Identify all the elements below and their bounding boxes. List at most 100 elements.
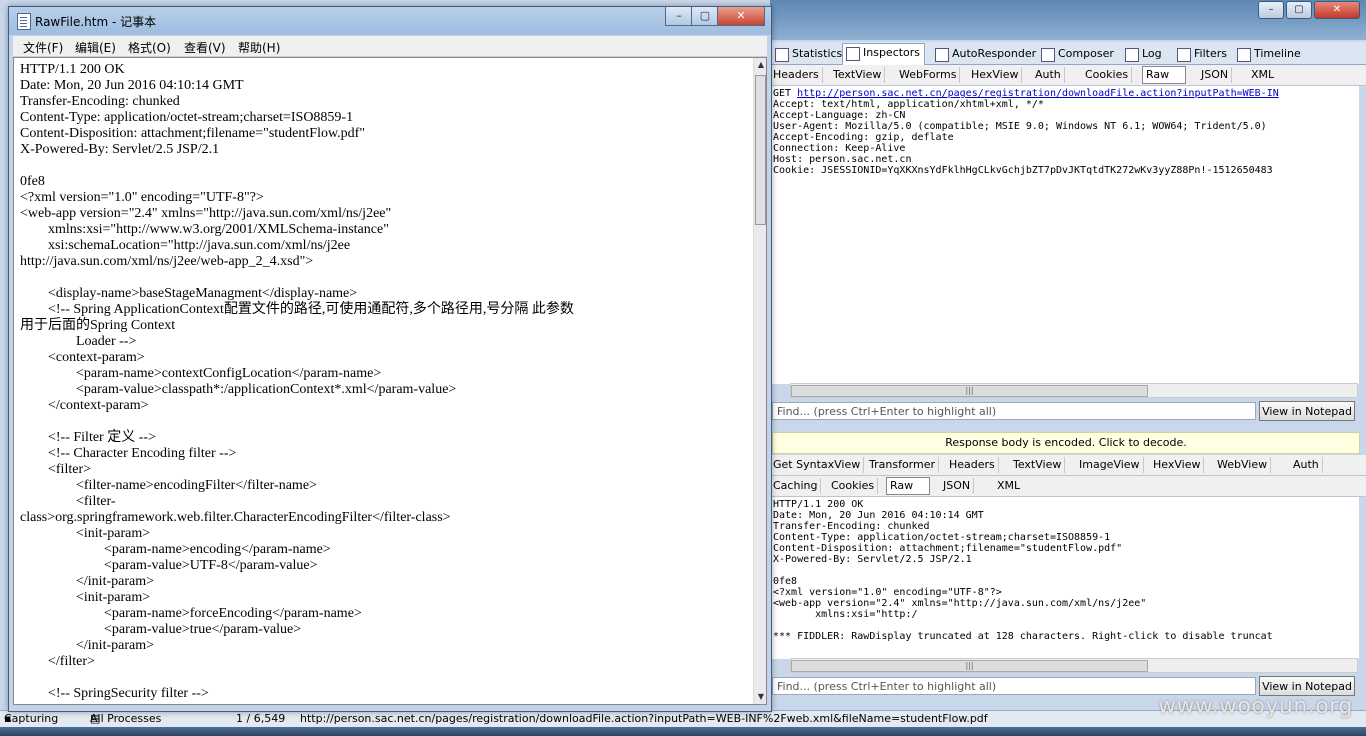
tab-composer[interactable]: Composer (1038, 45, 1118, 63)
request-tab-hexview[interactable]: HexView (968, 67, 1023, 83)
scroll-up-arrow-icon[interactable]: ▲ (754, 58, 766, 72)
tab-log[interactable]: Log (1122, 45, 1166, 63)
tab-inspectors[interactable]: Inspectors (842, 43, 926, 65)
tab-statistics[interactable]: Statistics (772, 45, 846, 63)
scrollbar-thumb[interactable]: ||| (791, 660, 1148, 672)
request-header-line: Host: person.sac.net.cn (773, 154, 912, 165)
response-tab-auth[interactable]: Auth (1290, 457, 1323, 473)
tab-timeline[interactable]: Timeline (1234, 45, 1305, 63)
notepad-text-line: <!-- SpringSecurity filter --> (20, 686, 209, 701)
status-url: http://person.sac.net.cn/pages/registrat… (300, 712, 988, 725)
notepad-titlebar[interactable]: RawFile.htm - 记事本 – ▢ ✕ (9, 7, 771, 35)
request-tab-webforms[interactable]: WebForms (896, 67, 961, 83)
notepad-text-line (20, 270, 750, 286)
request-tab-auth[interactable]: Auth (1032, 67, 1065, 83)
response-tab-headers[interactable]: Headers (946, 457, 999, 473)
request-horizontal-scrollbar[interactable]: ||| (790, 383, 1358, 398)
notepad-text-line: 0fe8 (20, 174, 45, 189)
notepad-text-line: </filter> (20, 654, 95, 669)
response-tab-json[interactable]: JSON (940, 478, 975, 494)
request-tab-json[interactable]: JSON (1198, 67, 1233, 83)
notepad-maximize-button[interactable]: ▢ (691, 7, 719, 26)
response-tab-caching[interactable]: Caching (770, 478, 822, 494)
notepad-text-line: <init-param> (20, 590, 151, 605)
notepad-minimize-button[interactable]: – (665, 7, 693, 26)
notepad-text-line: <?xml version="1.0" encoding="UTF-8"?> (20, 190, 264, 205)
request-url-link[interactable]: http://person.sac.net.cn/pages/registrat… (797, 88, 1279, 99)
notepad-text-line: <param-value>classpath*:/applicationCont… (20, 382, 457, 397)
notepad-text-line: HTTP/1.1 200 OK (20, 62, 125, 77)
response-tab-webview[interactable]: WebView (1214, 457, 1272, 473)
notepad-text-line (20, 414, 750, 430)
maximize-button[interactable]: ▢ (1286, 1, 1312, 19)
notepad-text-line: xmlns:xsi="http://www.w3.org/2001/XMLSch… (20, 222, 389, 237)
menu-file[interactable]: 文件(F) (23, 39, 63, 56)
request-tab-headers[interactable]: Headers (770, 67, 823, 83)
response-view-in-notepad-button[interactable]: View in Notepad (1259, 676, 1355, 696)
notepad-text-line: Date: Mon, 20 Jun 2016 04:10:14 GMT (20, 78, 244, 93)
request-raw-view[interactable]: GET http://person.sac.net.cn/pages/regis… (770, 86, 1359, 384)
scrollbar-thumb[interactable]: ||| (791, 385, 1148, 397)
response-tab-hexview[interactable]: HexView (1150, 457, 1205, 473)
close-button[interactable]: ✕ (1314, 1, 1360, 19)
response-tab-textview[interactable]: TextView (1010, 457, 1066, 473)
request-tab-xml[interactable]: XML (1248, 67, 1277, 83)
scroll-down-arrow-icon[interactable]: ▼ (754, 690, 766, 704)
notepad-vertical-scrollbar[interactable]: ▲ ▼ (753, 58, 766, 704)
response-raw-line: <web-app version="2.4" xmlns="http://jav… (773, 598, 1147, 609)
menu-view[interactable]: 查看(V) (184, 39, 226, 56)
notepad-text-line: 用于后面的Spring Context (20, 318, 176, 333)
request-header-line: Accept: text/html, application/xhtml+xml… (773, 99, 1044, 110)
notepad-text-line (20, 158, 750, 174)
request-tab-raw[interactable]: Raw (1142, 66, 1186, 84)
timeline-icon (1237, 48, 1251, 62)
fiddler-titlebar: – ▢ ✕ (770, 0, 1366, 40)
notepad-text-line: X-Powered-By: Servlet/2.5 JSP/2.1 (20, 142, 220, 157)
tab-autoresponder[interactable]: AutoResponder (932, 45, 1040, 63)
response-tab-imageview[interactable]: ImageView (1076, 457, 1144, 473)
request-find-input[interactable]: Find... (press Ctrl+Enter to highlight a… (772, 402, 1256, 420)
response-inspector-tabs-row1: Get SyntaxView Transformer Headers TextV… (770, 455, 1366, 476)
checkbox-icon (1177, 48, 1191, 62)
menu-help[interactable]: 帮助(H) (238, 39, 280, 56)
notepad-text-line: <filter- (20, 494, 116, 509)
tab-filters[interactable]: Filters (1174, 45, 1231, 63)
notepad-text-line: class>org.springframework.web.filter.Cha… (20, 510, 451, 525)
response-horizontal-scrollbar[interactable]: ||| (790, 658, 1358, 673)
notepad-text-area[interactable]: HTTP/1.1 200 OK Date: Mon, 20 Jun 2016 04… (13, 57, 767, 705)
request-header-line: Cookie: JSESSIONID=YqXKXnsYdFklhHgCLkvGc… (773, 165, 1273, 176)
response-tab-get-syntaxview[interactable]: Get SyntaxView (770, 457, 865, 473)
minimize-button[interactable]: – (1258, 1, 1284, 19)
notepad-text-line (20, 670, 750, 686)
menu-format[interactable]: 格式(O) (128, 39, 171, 56)
request-tab-textview[interactable]: TextView (830, 67, 886, 83)
menu-edit[interactable]: 编辑(E) (75, 39, 116, 56)
request-view-in-notepad-button[interactable]: View in Notepad (1259, 401, 1355, 421)
notepad-text-line: Transfer-Encoding: chunked (20, 94, 180, 109)
response-raw-line: Content-Type: application/octet-stream;c… (773, 532, 1111, 543)
request-header-line: Accept-Language: zh-CN (773, 110, 906, 121)
notepad-text-line: </context-param> (20, 398, 149, 413)
response-raw-view[interactable]: HTTP/1.1 200 OK Date: Mon, 20 Jun 2016 04… (770, 497, 1359, 659)
notepad-scrollbar-thumb[interactable] (755, 75, 766, 225)
notepad-text-line: <param-name>forceEncoding</param-name> (20, 606, 362, 621)
notepad-text-line: Content-Type: application/octet-stream;c… (20, 110, 354, 125)
response-inspector-tabs-row2: Caching Cookies Raw JSON XML (770, 476, 1366, 497)
notepad-text-line: <web-app version="2.4" xmlns="http://jav… (20, 206, 392, 221)
response-tab-transformer[interactable]: Transformer (866, 457, 940, 473)
response-decode-notice[interactable]: Response body is encoded. Click to decod… (772, 432, 1360, 454)
response-raw-line: X-Powered-By: Servlet/2.5 JSP/2.1 (773, 554, 972, 565)
lightning-icon (935, 48, 949, 62)
session-count: 1 / 6,549 (236, 712, 286, 725)
request-tab-cookies[interactable]: Cookies (1082, 67, 1133, 83)
composer-icon (1041, 48, 1055, 62)
response-tab-cookies[interactable]: Cookies (828, 478, 879, 494)
response-find-input[interactable]: Find... (press Ctrl+Enter to highlight a… (772, 677, 1256, 695)
notepad-text-line: <param-value>true</param-value> (20, 622, 302, 637)
notepad-text-line: </init-param> (20, 574, 154, 589)
response-tab-xml[interactable]: XML (994, 478, 1023, 494)
response-raw-line (773, 620, 1359, 631)
response-raw-line: Date: Mon, 20 Jun 2016 04:10:14 GMT (773, 510, 984, 521)
response-tab-raw[interactable]: Raw (886, 477, 930, 495)
notepad-close-button[interactable]: ✕ (717, 7, 765, 26)
